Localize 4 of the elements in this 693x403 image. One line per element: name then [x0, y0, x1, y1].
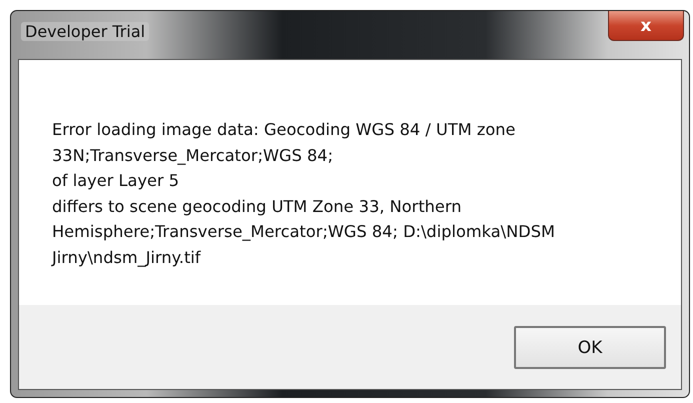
close-button[interactable]: x	[608, 11, 684, 41]
error-message: Error loading image data: Geocoding WGS 84 / UTM zone 33N;Transverse_Mercator;WGS 84; of layer Layer 5 differs to scene geocoding UTM Zone 33, Northern Hemisphere;Transverse_Mercator;WGS 84; D:\diplomka\NDSM Jirny\ndsm_Jirny.tif	[52, 119, 556, 269]
window-title: Developer Trial	[21, 22, 150, 41]
ok-button[interactable]: OK	[514, 326, 666, 369]
